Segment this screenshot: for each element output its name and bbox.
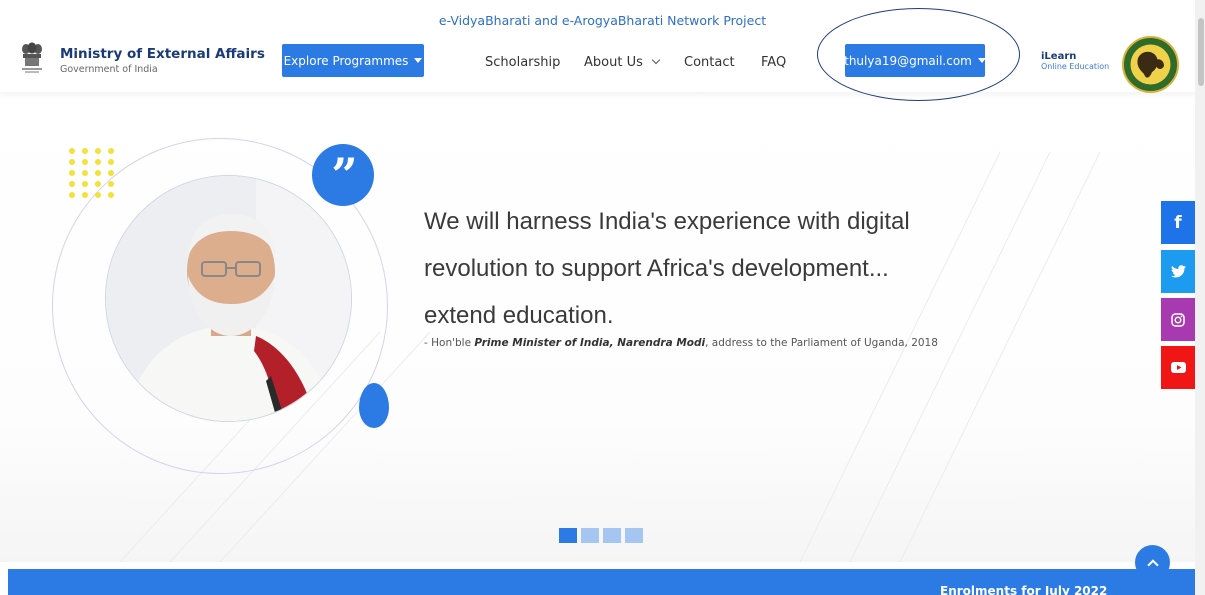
quote-attribution: - Hon'ble Prime Minister of India, Naren… bbox=[424, 337, 938, 349]
scrollbar-track[interactable] bbox=[1195, 0, 1205, 595]
caret-down-icon bbox=[977, 58, 986, 63]
scroll-to-top-button[interactable] bbox=[1135, 545, 1170, 580]
site-header: e-VidyaBharati and e-ArogyaBharati Netwo… bbox=[0, 0, 1205, 93]
nav-scholarship[interactable]: Scholarship bbox=[485, 55, 560, 70]
decorative-drop bbox=[359, 383, 389, 428]
decorative-dots bbox=[69, 148, 114, 198]
ilearn-title: iLearn bbox=[1041, 51, 1077, 62]
quote-line: extend education. bbox=[424, 302, 614, 329]
quote-mark-icon: ” bbox=[312, 144, 374, 206]
carousel-indicator-3[interactable] bbox=[603, 528, 621, 543]
attribution-name: Prime Minister of India, Narendra Modi bbox=[474, 337, 706, 349]
youtube-icon bbox=[1170, 362, 1186, 373]
ministry-branding[interactable]: Ministry of External Affairs Government … bbox=[60, 46, 265, 75]
scrollbar-thumb[interactable] bbox=[1198, 18, 1204, 86]
carousel-indicator-1[interactable] bbox=[559, 528, 577, 543]
instagram-icon bbox=[1171, 312, 1185, 327]
carousel-indicators bbox=[559, 528, 643, 543]
explore-programmes-label: Explore Programmes bbox=[283, 53, 409, 68]
quote-line: revolution to support Africa's developme… bbox=[424, 255, 889, 282]
enrolment-banner-text: Enrolments for July 2022 bbox=[940, 584, 1108, 595]
project-title: e-VidyaBharati and e-ArogyaBharati Netwo… bbox=[438, 13, 767, 28]
chevron-down-icon bbox=[651, 55, 661, 65]
nav-faq[interactable]: FAQ bbox=[761, 55, 786, 70]
instagram-link[interactable] bbox=[1161, 298, 1195, 341]
ilearn-branding[interactable]: iLearn Online Education bbox=[1041, 51, 1109, 71]
programme-seal-icon[interactable] bbox=[1122, 36, 1179, 93]
attribution-prefix: - Hon'ble bbox=[424, 337, 475, 349]
facebook-icon: f bbox=[1174, 212, 1182, 233]
nav-contact[interactable]: Contact bbox=[684, 55, 735, 70]
nav-about-us-label: About Us bbox=[584, 55, 643, 70]
explore-programmes-button[interactable]: Explore Programmes bbox=[282, 44, 424, 77]
ilearn-subtitle: Online Education bbox=[1041, 62, 1110, 71]
twitter-icon bbox=[1170, 265, 1186, 278]
carousel-indicator-2[interactable] bbox=[581, 528, 599, 543]
chevron-up-icon bbox=[1146, 558, 1159, 571]
portrait-photo bbox=[105, 175, 352, 422]
caret-down-icon bbox=[414, 58, 423, 63]
portrait-illustration bbox=[106, 176, 351, 421]
nav-about-us[interactable]: About Us bbox=[584, 55, 661, 70]
hero-quote: We will harness India's experience with … bbox=[424, 198, 1084, 339]
ministry-name: Ministry of External Affairs bbox=[60, 46, 265, 62]
ministry-subtitle: Government of India bbox=[60, 64, 158, 75]
user-email-label: thulya19@gmail.com bbox=[844, 53, 972, 68]
facebook-link[interactable]: f bbox=[1161, 201, 1195, 244]
attribution-suffix: , address to the Parliament of Uganda, 2… bbox=[705, 337, 938, 349]
user-account-button[interactable]: thulya19@gmail.com bbox=[844, 44, 986, 77]
youtube-link[interactable] bbox=[1161, 346, 1195, 389]
national-emblem-icon[interactable] bbox=[20, 41, 44, 75]
twitter-link[interactable] bbox=[1161, 250, 1195, 293]
quote-line: We will harness India's experience with … bbox=[424, 208, 910, 235]
enrolment-banner[interactable]: Enrolments for July 2022 bbox=[8, 569, 1198, 595]
carousel-indicator-4[interactable] bbox=[625, 528, 643, 543]
